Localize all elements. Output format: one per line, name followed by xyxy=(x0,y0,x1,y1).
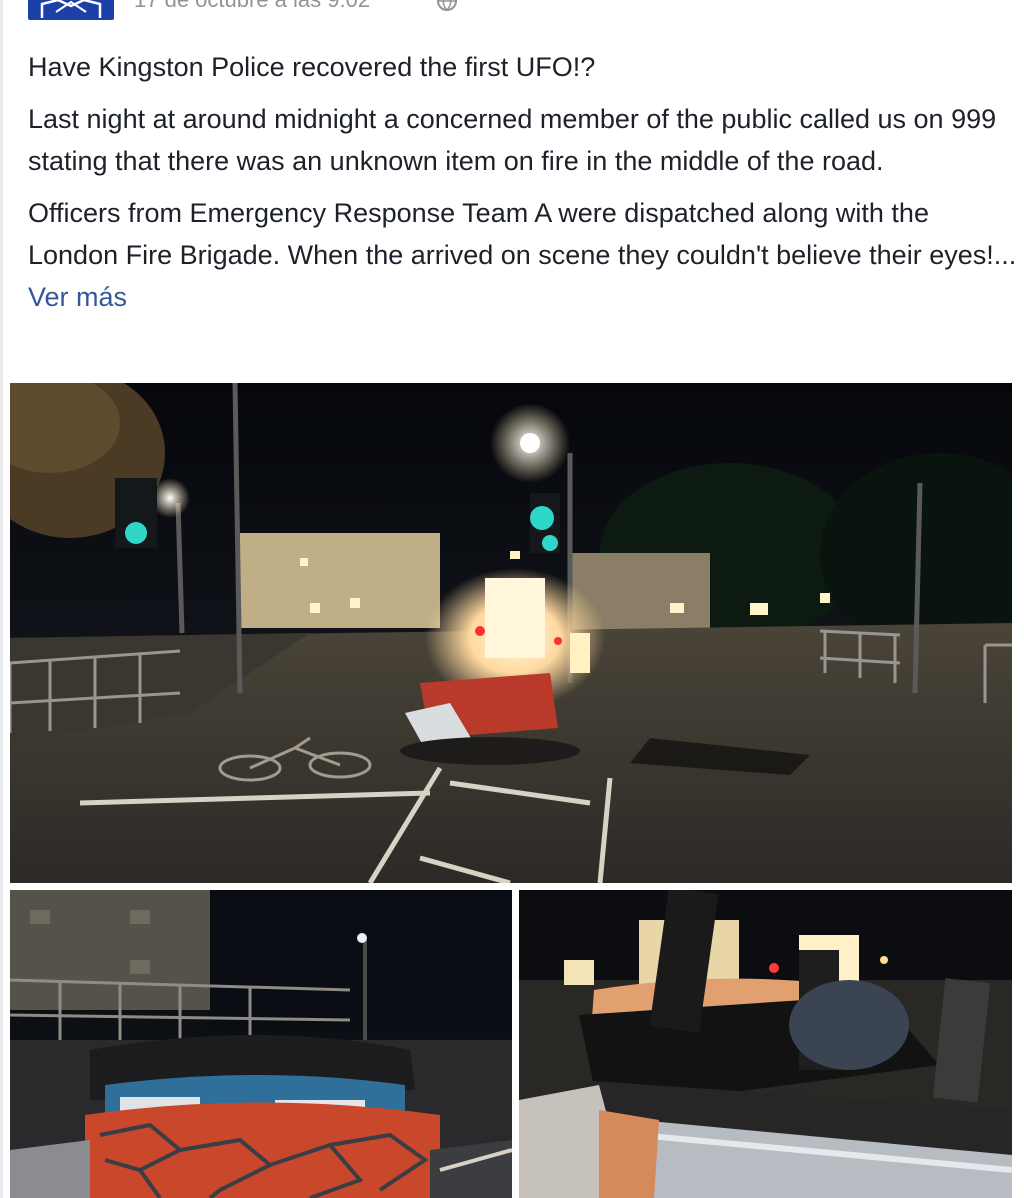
police-crest-icon xyxy=(40,0,102,18)
post-text: Have Kingston Police recovered the first… xyxy=(28,46,1022,328)
ellipsis: ... xyxy=(993,240,1017,270)
post-paragraph-text: Officers from Emergency Response Team A … xyxy=(28,198,994,270)
night-road-photo xyxy=(10,383,1012,883)
post-title: Have Kingston Police recovered the first… xyxy=(28,52,596,82)
bin-interior-photo xyxy=(519,890,1012,1198)
post-timestamp[interactable]: 17 de octubre a las 9:02 xyxy=(134,0,370,13)
post-paragraph: Officers from Emergency Response Team A … xyxy=(28,192,1022,318)
mosaic-bin-photo xyxy=(10,890,512,1198)
post-photo-tertiary[interactable] xyxy=(519,890,1012,1198)
post-photo-main[interactable] xyxy=(10,383,1012,883)
feed-border xyxy=(0,0,3,1198)
post-paragraph: Last night at around midnight a concerne… xyxy=(28,104,997,176)
page-avatar[interactable] xyxy=(28,0,114,20)
post-photo-secondary[interactable] xyxy=(10,890,512,1198)
see-more-link[interactable]: Ver más xyxy=(28,282,127,312)
globe-icon[interactable] xyxy=(436,0,458,12)
post-header: 17 de octubre a las 9:02 xyxy=(0,0,1024,22)
